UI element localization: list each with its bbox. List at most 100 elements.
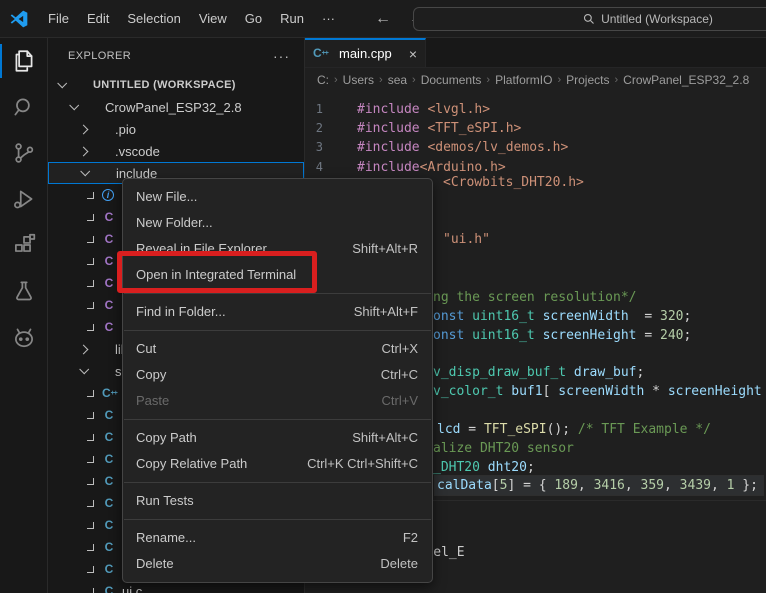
source-control-icon[interactable] xyxy=(0,130,48,176)
menu-edit[interactable]: Edit xyxy=(78,7,118,30)
explorer-title: EXPLORER xyxy=(68,50,131,62)
close-icon[interactable]: × xyxy=(409,46,417,62)
tree-item-workspace-root[interactable]: UNTITLED (WORKSPACE) xyxy=(48,74,304,96)
menu-item-label: Run Tests xyxy=(136,488,194,514)
menu-item-rename[interactable]: Rename... F2 xyxy=(123,525,432,551)
menu-item-paste[interactable]: Paste Ctrl+V xyxy=(123,388,432,414)
chevron-right-icon: › xyxy=(486,74,490,86)
chevron-icon xyxy=(87,324,94,331)
menu-item-copy[interactable]: Copy Ctrl+C xyxy=(123,362,432,388)
tab-label: main.cpp xyxy=(339,46,392,61)
code-fragment: lcd = TFT_eSPI(); /* TFT Example */ xyxy=(437,421,711,438)
menubar: FileEditSelectionViewGoRun··· xyxy=(39,7,344,30)
chevron-icon xyxy=(79,146,89,156)
chevron-icon xyxy=(87,500,94,507)
menu-file[interactable]: File xyxy=(39,7,78,30)
menu-item-copy-path[interactable]: Copy Path Shift+Alt+C xyxy=(123,425,432,451)
tab-bar: C main.cpp × xyxy=(305,38,766,68)
breadcrumb-item[interactable]: Documents xyxy=(421,73,482,87)
menu-item-shortcut: Shift+Alt+C xyxy=(322,425,418,451)
chevron-right-icon: › xyxy=(412,74,416,86)
search-icon[interactable] xyxy=(0,84,48,130)
chevron-icon xyxy=(57,78,67,88)
line-number: 4 xyxy=(309,158,323,177)
menu-item-shortcut: Delete xyxy=(350,551,418,577)
chevron-icon xyxy=(87,588,94,593)
menu-item-cut[interactable]: Cut Ctrl+X xyxy=(123,336,432,362)
file-type-icon: C xyxy=(102,386,116,401)
more-actions-icon[interactable]: ··· xyxy=(273,48,290,64)
extensions-icon[interactable] xyxy=(0,222,48,268)
chevron-icon xyxy=(87,566,94,573)
file-type-icon: C xyxy=(102,430,116,444)
menu-separator xyxy=(124,293,431,294)
file-type-icon: C xyxy=(102,298,116,312)
menu-overflow[interactable]: ··· xyxy=(313,7,344,30)
menu-run[interactable]: Run xyxy=(271,7,313,30)
menu-item-new-folder[interactable]: New Folder... xyxy=(123,210,432,236)
menu-go[interactable]: Go xyxy=(236,7,271,30)
breadcrumb-item[interactable]: sea xyxy=(388,73,407,87)
menu-separator xyxy=(124,330,431,331)
line-number: 1 xyxy=(309,100,323,119)
menu-item-label: New Folder... xyxy=(136,210,213,236)
menu-view[interactable]: View xyxy=(190,7,236,30)
menu-item-find-in-folder[interactable]: Find in Folder... Shift+Alt+F xyxy=(123,299,432,325)
file-type-icon: C xyxy=(102,254,116,268)
tree-item-crowpanel-esp32[interactable]: CrowPanel_ESP32_2.8 xyxy=(48,96,304,118)
file-type-icon: C xyxy=(102,474,116,488)
breadcrumb-item[interactable]: PlatformIO xyxy=(495,73,552,87)
menu-item-run-tests[interactable]: Run Tests xyxy=(123,488,432,514)
menu-item-delete[interactable]: Delete Delete xyxy=(123,551,432,577)
run-and-debug-icon[interactable] xyxy=(0,176,48,222)
testing-icon[interactable] xyxy=(0,268,48,314)
menu-item-label: Copy xyxy=(136,362,166,388)
tree-item-pio[interactable]: .pio xyxy=(48,118,304,140)
chevron-icon xyxy=(87,236,94,243)
file-type-icon: C xyxy=(102,540,116,554)
menu-item-shortcut: Ctrl+C xyxy=(351,362,418,388)
menu-item-shortcut xyxy=(388,488,418,514)
menu-item-shortcut xyxy=(388,184,418,210)
file-type-icon: C xyxy=(102,562,116,576)
context-menu: New File... New Folder... Reveal in File… xyxy=(122,178,433,583)
chevron-icon xyxy=(87,434,94,441)
chevron-icon xyxy=(79,364,89,374)
breadcrumb-item[interactable]: CrowPanel_ESP32_2.8 xyxy=(623,73,749,87)
command-center[interactable]: Untitled (Workspace) xyxy=(413,7,766,31)
file-type-icon: C xyxy=(102,584,116,593)
code-fragment: v_color_t buf1[ screenWidth * screenHeig… xyxy=(433,383,762,400)
tree-item-vscode[interactable]: .vscode xyxy=(48,140,304,162)
explorer-icon[interactable] xyxy=(0,38,48,84)
menu-item-shortcut: Ctrl+K Ctrl+Shift+C xyxy=(277,451,418,477)
chevron-right-icon: › xyxy=(614,74,618,86)
code-fragment: v_disp_draw_buf_t draw_buf; xyxy=(433,364,644,381)
breadcrumb-item[interactable]: Users xyxy=(343,73,374,87)
menu-item-label: Rename... xyxy=(136,525,196,551)
tree-item-label: ui.c xyxy=(122,584,142,593)
tab-main-cpp[interactable]: C main.cpp × xyxy=(305,38,426,67)
menu-item-new-file[interactable]: New File... xyxy=(123,184,432,210)
search-icon xyxy=(583,13,595,25)
back-arrow-icon[interactable]: ← xyxy=(366,8,400,30)
breadcrumb: ›C:›Users›sea›Documents›PlatformIO›Proje… xyxy=(305,68,766,92)
platformio-icon[interactable] xyxy=(0,314,48,360)
menu-item-shortcut: Shift+Alt+R xyxy=(322,236,418,262)
menu-item-label: New File... xyxy=(136,184,197,210)
chevron-icon xyxy=(79,124,89,134)
menu-item-shortcut: F2 xyxy=(373,525,418,551)
title-bar: FileEditSelectionViewGoRun··· ← → Untitl… xyxy=(0,0,766,38)
file-type-icon: C xyxy=(102,518,116,532)
menu-selection[interactable]: Selection xyxy=(118,7,189,30)
chevron-icon xyxy=(87,456,94,463)
chevron-right-icon: › xyxy=(334,74,338,86)
menu-item-copy-relative-path[interactable]: Copy Relative Path Ctrl+K Ctrl+Shift+C xyxy=(123,451,432,477)
chevron-icon xyxy=(87,478,94,485)
breadcrumb-item[interactable]: Projects xyxy=(566,73,609,87)
breadcrumb-item[interactable]: C: xyxy=(317,73,329,87)
file-type-icon: i xyxy=(102,189,114,201)
code-fragment: "ui.h" xyxy=(443,231,490,248)
explorer-header: EXPLORER ··· xyxy=(48,38,304,74)
vscode-logo-icon xyxy=(9,9,29,29)
chevron-icon xyxy=(87,544,94,551)
